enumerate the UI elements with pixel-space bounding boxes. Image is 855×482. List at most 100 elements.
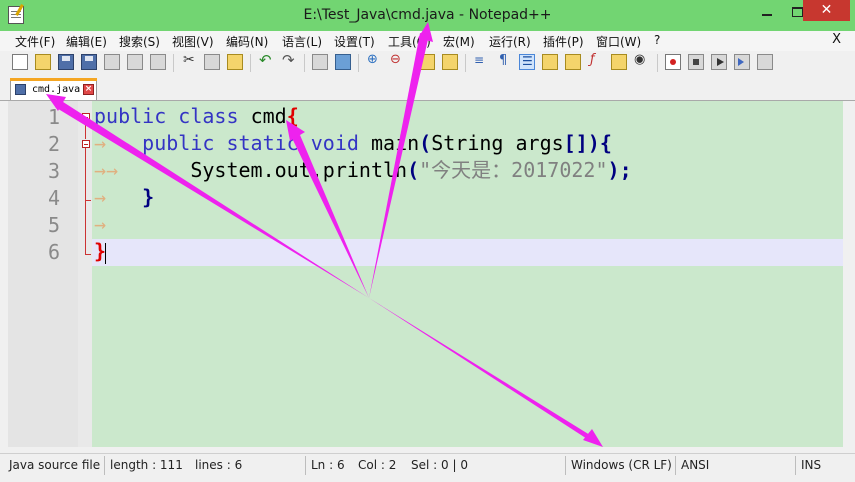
playback-macro-icon[interactable]: [711, 54, 727, 70]
tab-saved-icon: [15, 84, 26, 95]
run-macro-multiple-icon[interactable]: [734, 54, 750, 70]
document-tab-bar: cmd.java ×: [0, 76, 855, 101]
operator: []: [563, 131, 588, 155]
code-editor[interactable]: 1 2 3 4 5 6 public class cmd{ → public s…: [8, 101, 843, 447]
fold-line: [85, 148, 86, 254]
title-bar[interactable]: E:\Test_Java\cmd.java - Notepad++ ✕: [0, 0, 855, 31]
record-macro-icon[interactable]: [665, 54, 681, 70]
show-all-chars-icon[interactable]: [496, 53, 512, 70]
line-number: 4: [47, 186, 60, 210]
redo-icon[interactable]: [281, 51, 297, 70]
code-line-1[interactable]: public class cmd{: [94, 103, 299, 130]
menu-edit[interactable]: 编辑(E): [66, 33, 107, 50]
menu-encoding[interactable]: 编码(N): [226, 33, 268, 50]
string-literal: "今天是：2017022": [419, 158, 608, 182]
tab-label: cmd.java: [32, 84, 81, 95]
window-title: E:\Test_Java\cmd.java - Notepad++: [303, 7, 552, 23]
close-button[interactable]: ✕: [803, 0, 850, 21]
tab-cmd-java[interactable]: cmd.java ×: [10, 78, 97, 100]
brace: {: [599, 131, 612, 155]
class-name: cmd: [250, 104, 287, 128]
operator: ;: [619, 158, 632, 182]
tab-indent-marker: →: [94, 185, 107, 209]
menu-view[interactable]: 视图(V): [172, 33, 214, 50]
status-insert-mode[interactable]: INS: [801, 458, 821, 472]
menu-settings[interactable]: 设置(T): [334, 33, 375, 50]
cut-icon[interactable]: ✂: [181, 52, 197, 70]
toolbar-separator: [173, 54, 174, 72]
indent-guide-icon[interactable]: ☰: [519, 54, 535, 70]
menu-language[interactable]: 语言(L): [282, 33, 322, 50]
line-number: 1: [47, 105, 60, 129]
toolbar-separator: [250, 54, 251, 72]
keyword: class: [178, 104, 239, 128]
line-number: 5: [47, 213, 60, 237]
fold-end-marker: [85, 254, 91, 255]
status-line-position: Ln : 6: [311, 458, 345, 472]
sync-horizontal-icon[interactable]: [442, 54, 458, 70]
status-eol-format[interactable]: Windows (CR LF): [571, 458, 672, 472]
close-document-x[interactable]: X: [832, 32, 841, 47]
save-macro-icon[interactable]: [757, 54, 773, 70]
minimize-button[interactable]: [752, 2, 782, 22]
operator: (: [419, 131, 432, 155]
menu-tools[interactable]: 工具(O): [388, 33, 431, 50]
menu-macro[interactable]: 宏(M): [443, 33, 475, 50]
zoom-out-icon[interactable]: ⊖: [389, 52, 405, 70]
menu-bar: 文件(F) 编辑(E) 搜索(S) 视图(V) 编码(N) 语言(L) 设置(T…: [0, 31, 855, 51]
paste-icon[interactable]: [227, 54, 243, 70]
status-column-position: Col : 2: [358, 458, 397, 472]
menu-search[interactable]: 搜索(S): [119, 33, 160, 50]
brace: }: [142, 185, 155, 209]
arg-name: args: [515, 131, 564, 155]
save-icon[interactable]: [58, 54, 74, 70]
toolbar-separator: [304, 54, 305, 72]
close-all-icon[interactable]: [127, 54, 143, 70]
menu-help[interactable]: ?: [654, 33, 660, 47]
folder-workspace-icon[interactable]: [611, 54, 627, 70]
brace: {: [286, 104, 299, 128]
new-file-icon[interactable]: [12, 54, 28, 70]
monitoring-eye-icon[interactable]: ◉: [634, 52, 650, 70]
code-line-3[interactable]: →→ System.out.println("今天是：2017022");: [94, 157, 632, 184]
save-all-icon[interactable]: [81, 54, 97, 70]
close-file-icon[interactable]: [104, 54, 120, 70]
copy-icon[interactable]: [204, 54, 220, 70]
print-icon[interactable]: [150, 54, 166, 70]
find-icon[interactable]: [312, 54, 328, 70]
current-line-highlight: [92, 239, 843, 266]
menu-window[interactable]: 窗口(W): [596, 33, 641, 50]
keyword: static: [226, 131, 299, 155]
menu-file[interactable]: 文件(F): [15, 33, 55, 50]
toolbar: ✂ ⊕ ⊖ ≡ ☰ ƒ ◉: [0, 51, 855, 75]
replace-icon[interactable]: [335, 54, 351, 70]
toolbar-separator: [657, 54, 658, 72]
sync-vertical-icon[interactable]: [419, 54, 435, 70]
line-number: 3: [47, 159, 60, 183]
word-wrap-icon[interactable]: ≡: [473, 53, 489, 70]
status-encoding: ANSI: [681, 458, 710, 472]
open-file-icon[interactable]: [35, 54, 51, 70]
zoom-in-icon[interactable]: ⊕: [366, 52, 382, 70]
line-number: 2: [47, 132, 60, 156]
doc-map-icon[interactable]: [565, 54, 581, 70]
user-language-icon[interactable]: [542, 54, 558, 70]
undo-icon[interactable]: [258, 51, 274, 70]
menu-plugins[interactable]: 插件(P): [543, 33, 584, 50]
function-list-icon[interactable]: ƒ: [588, 52, 604, 70]
fold-collapse-icon[interactable]: [82, 140, 90, 148]
operator: ): [607, 158, 620, 182]
tab-close-icon[interactable]: ×: [83, 84, 94, 95]
tab-indent-marker: →→: [94, 158, 119, 182]
method-call: System.out.println: [190, 158, 408, 182]
fold-collapse-icon[interactable]: [82, 113, 90, 121]
code-line-5[interactable]: →: [94, 211, 106, 238]
toolbar-separator: [465, 54, 466, 72]
code-line-2[interactable]: → public static void main(String args[])…: [94, 130, 612, 157]
code-line-4[interactable]: → }: [94, 184, 154, 211]
menu-run[interactable]: 运行(R): [489, 33, 531, 50]
stop-recording-icon[interactable]: [688, 54, 704, 70]
status-length: length : 111: [110, 458, 183, 472]
method-name: main: [370, 131, 420, 155]
text-caret: [105, 243, 106, 264]
